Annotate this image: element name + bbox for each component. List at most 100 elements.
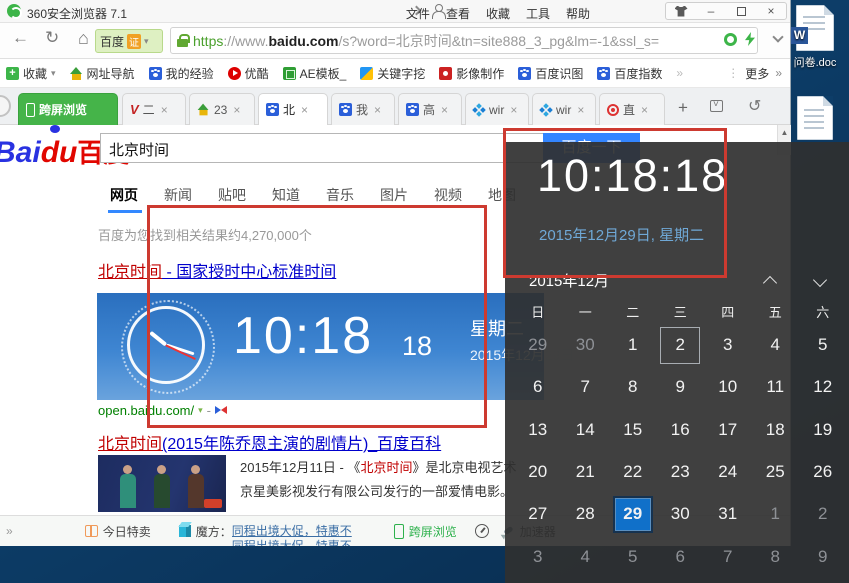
desktop-file-word[interactable]: W 问卷.doc <box>783 5 847 70</box>
tab-live[interactable]: 直× <box>599 93 665 125</box>
calendar-day[interactable]: 1 <box>755 496 795 533</box>
calendar-day[interactable]: 4 <box>565 538 605 575</box>
calendar-day[interactable]: 8 <box>755 538 795 575</box>
calendar-day[interactable]: 14 <box>565 411 605 448</box>
calendar-day[interactable]: 8 <box>613 369 653 406</box>
calendar-day[interactable]: 17 <box>708 411 748 448</box>
bookmark-baidu-index[interactable]: 百度指数 <box>597 65 662 82</box>
close-button[interactable]: × <box>756 3 786 19</box>
tab-close-icon[interactable]: × <box>161 103 168 117</box>
bookmark-video-make[interactable]: 影像制作 <box>439 65 504 82</box>
tab-win2[interactable]: wir× <box>532 93 596 125</box>
calendar-day[interactable]: 31 <box>708 496 748 533</box>
cube-button[interactable]: 魔方： <box>179 523 232 540</box>
calendar-day[interactable]: 3 <box>708 327 748 364</box>
calendar-day[interactable]: 18 <box>755 411 795 448</box>
menu-tools[interactable]: 工具 <box>526 5 550 22</box>
calendar-day[interactable]: 15 <box>613 411 653 448</box>
tab-close-icon[interactable]: × <box>301 103 308 117</box>
tab-close-icon[interactable]: × <box>374 103 381 117</box>
result2-title[interactable]: 北京时间(2015年陈乔恩主演的剧情片)_百度百科 <box>98 430 441 454</box>
tab-2345[interactable]: 23× <box>189 93 255 125</box>
promo-ticker[interactable]: 同程出境大促，特惠不 同程出境大促，特惠不 <box>232 524 380 546</box>
reopen-tab-button[interactable]: ↺ <box>748 96 761 116</box>
nav-music[interactable]: 音乐 <box>326 185 354 205</box>
bookmark-baidu-image[interactable]: 百度识图 <box>518 65 583 82</box>
tab-close-icon[interactable]: × <box>233 103 240 117</box>
calendar-day[interactable]: 6 <box>518 369 558 406</box>
search-engine-button[interactable]: 百度 证 ▾ <box>95 29 163 53</box>
nav-web[interactable]: 网页 <box>110 185 138 205</box>
daily-deals-button[interactable]: 今日特卖 <box>85 523 151 540</box>
speed-button[interactable] <box>475 524 489 538</box>
calendar-day[interactable]: 9 <box>660 369 700 406</box>
calendar-day[interactable]: 22 <box>613 454 653 491</box>
maximize-button[interactable] <box>726 7 756 16</box>
calendar-day[interactable]: 7 <box>708 538 748 575</box>
calendar-day[interactable]: 19 <box>803 411 843 448</box>
calendar-day[interactable]: 1 <box>613 327 653 364</box>
refresh-button[interactable]: ↻ <box>45 28 59 48</box>
bookmark-experience[interactable]: 我的经验 <box>149 65 214 82</box>
home-button[interactable]: ⌂ <box>78 28 89 49</box>
calendar-day[interactable]: 7 <box>565 369 605 406</box>
nav-image[interactable]: 图片 <box>380 185 408 205</box>
calendar-day[interactable]: 11 <box>755 369 795 406</box>
statusbar-expand[interactable]: » <box>6 524 13 538</box>
calendar-day[interactable]: 23 <box>660 454 700 491</box>
menu-view[interactable]: 查看 <box>446 5 470 22</box>
search-input[interactable]: 北京时间 <box>100 133 543 163</box>
back-button[interactable]: ← <box>12 28 29 48</box>
calendar-day[interactable]: 5 <box>803 327 843 364</box>
calendar-day[interactable]: 6 <box>660 538 700 575</box>
result2-thumbnail[interactable] <box>98 455 226 512</box>
tab-close-icon[interactable]: × <box>441 103 448 117</box>
tab-gao[interactable]: 高× <box>398 93 462 125</box>
nav-zhidao[interactable]: 知道 <box>272 185 300 205</box>
url-field[interactable]: https://www.baidu.com/s?word=北京时间&tn=sit… <box>170 27 758 54</box>
calendar-day[interactable]: 30 <box>660 496 700 533</box>
bookmark-ae-template[interactable]: AE模板_ <box>283 65 347 82</box>
tab-cross-screen[interactable]: 跨屏浏览 <box>18 93 118 125</box>
desktop-file-doc2[interactable] <box>783 96 847 143</box>
favorites-button[interactable]: + 收藏▾ <box>6 65 56 82</box>
lightning-icon[interactable] <box>745 32 755 46</box>
calendar-day[interactable]: 21 <box>565 454 605 491</box>
new-tab-button[interactable]: + <box>678 98 688 118</box>
calendar-day[interactable]: 13 <box>518 411 558 448</box>
tab-my[interactable]: 我× <box>331 93 395 125</box>
calendar-day[interactable]: 20 <box>518 454 558 491</box>
shutter-icon[interactable] <box>724 33 737 46</box>
tab-2[interactable]: V 二× <box>122 93 186 125</box>
nav-tieba[interactable]: 贴吧 <box>218 185 246 205</box>
calendar-day[interactable]: 24 <box>708 454 748 491</box>
bookmark-youku[interactable]: 优酷 <box>228 65 269 82</box>
tab-close-icon[interactable]: × <box>641 103 648 117</box>
calendar-next-icon[interactable] <box>815 275 827 287</box>
calendar-day[interactable]: 30 <box>565 327 605 364</box>
calendar-day[interactable]: 29 <box>613 496 653 533</box>
menu-favorites[interactable]: 收藏 <box>486 5 510 22</box>
nav-news[interactable]: 新闻 <box>164 185 192 205</box>
calendar-day[interactable]: 29 <box>518 327 558 364</box>
minimize-button[interactable]: – <box>696 3 726 19</box>
calendar-day[interactable]: 26 <box>803 454 843 491</box>
calendar-day[interactable]: 3 <box>518 538 558 575</box>
nav-video[interactable]: 视频 <box>434 185 462 205</box>
bookmarks-overflow[interactable]: » <box>676 66 683 80</box>
tab-close-icon[interactable]: × <box>577 103 584 117</box>
bookmarks-more[interactable]: ⋮ 更多 » <box>727 65 782 82</box>
bookmark-nav-site[interactable]: 网址导航 <box>70 65 135 82</box>
calendar-day[interactable]: 5 <box>613 538 653 575</box>
calendar-day[interactable]: 12 <box>803 369 843 406</box>
tab-beijing-time[interactable]: 北× <box>258 93 328 125</box>
calendar-day[interactable]: 16 <box>660 411 700 448</box>
menu-help[interactable]: 帮助 <box>566 5 590 22</box>
bookmark-keyword[interactable]: 关键字挖 <box>360 65 425 82</box>
tab-win1[interactable]: wir× <box>465 93 529 125</box>
calendar-day[interactable]: 4 <box>755 327 795 364</box>
calendar-day[interactable]: 2 <box>660 327 700 364</box>
calendar-day[interactable]: 28 <box>565 496 605 533</box>
calendar-prev-icon[interactable] <box>765 275 777 287</box>
cross-screen-button[interactable]: 跨屏浏览 <box>394 523 457 540</box>
